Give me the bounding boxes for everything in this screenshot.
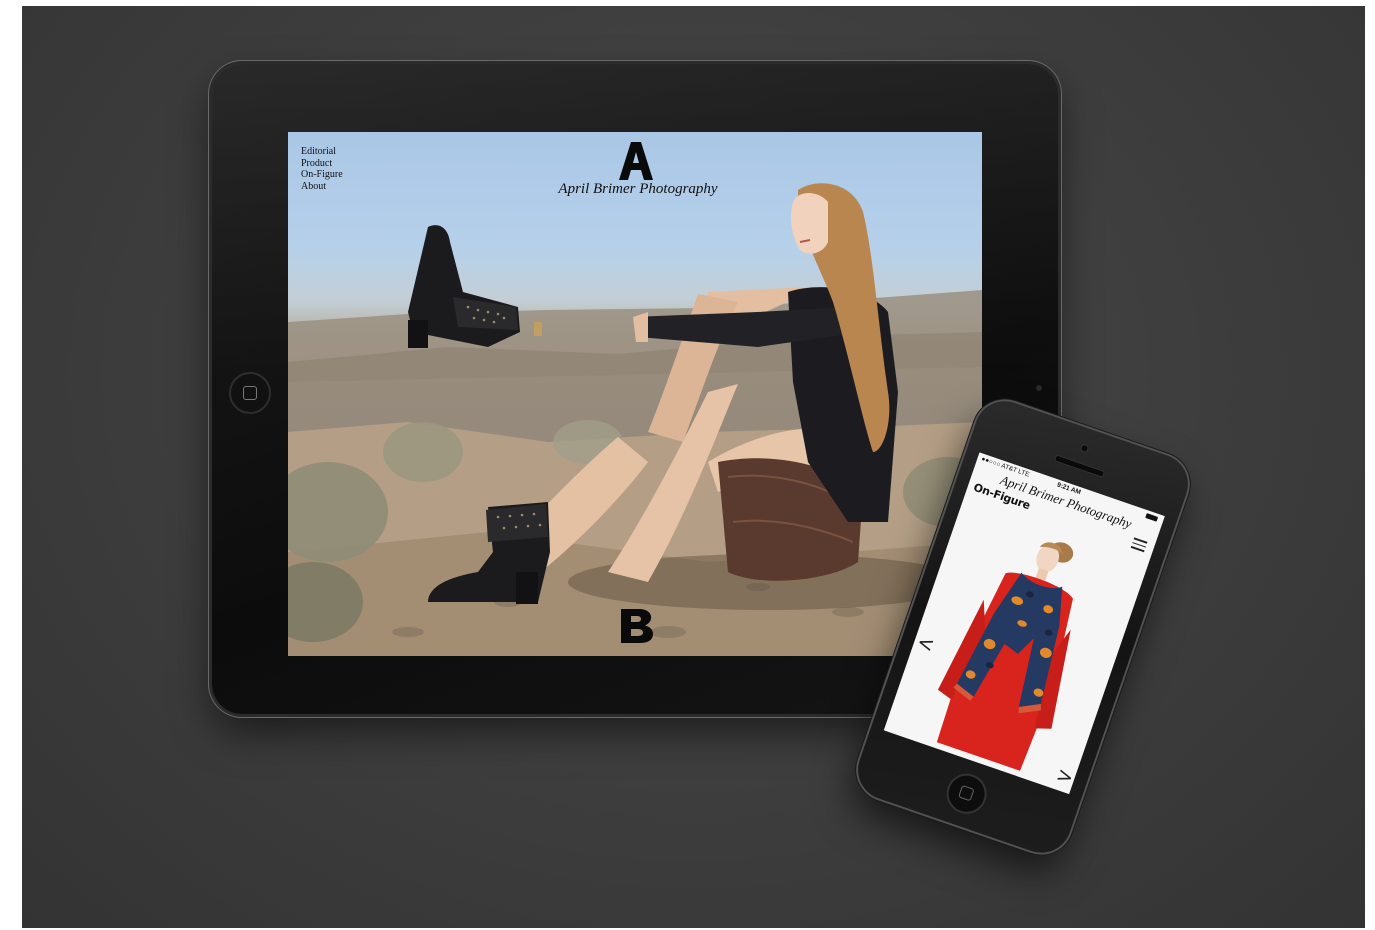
battery-icon [1145, 513, 1159, 522]
prev-arrow-icon[interactable]: < [914, 629, 938, 657]
ipad-nav-menu: Editorial Product On-Figure About [301, 146, 343, 192]
iphone-device: ●●○○○ AT&T LTE 9:21 AM April Brimer Phot… [850, 393, 1196, 861]
next-arrow-icon[interactable]: > [1053, 762, 1077, 790]
iphone-screen: ●●○○○ AT&T LTE 9:21 AM April Brimer Phot… [883, 452, 1165, 795]
nav-item-product[interactable]: Product [301, 158, 343, 170]
iphone-container: ●●○○○ AT&T LTE 9:21 AM April Brimer Phot… [850, 393, 1202, 861]
logo-b[interactable] [619, 609, 653, 643]
earpiece-speaker [1053, 454, 1106, 478]
front-camera [1079, 443, 1090, 454]
ipad-home-button[interactable] [229, 372, 271, 414]
nav-item-about[interactable]: About [301, 181, 343, 193]
site-title[interactable]: April Brimer Photography [508, 181, 768, 198]
backdrop: Editorial Product On-Figure About April … [22, 6, 1365, 928]
nav-item-editorial[interactable]: Editorial [301, 146, 343, 158]
iphone-home-button[interactable] [941, 768, 993, 820]
nav-item-on-figure[interactable]: On-Figure [301, 169, 343, 181]
model-red-coat-photo [936, 542, 1074, 771]
hamburger-menu-icon[interactable] [1130, 537, 1148, 552]
logo-a[interactable] [619, 142, 653, 180]
ipad-camera [1036, 385, 1042, 391]
